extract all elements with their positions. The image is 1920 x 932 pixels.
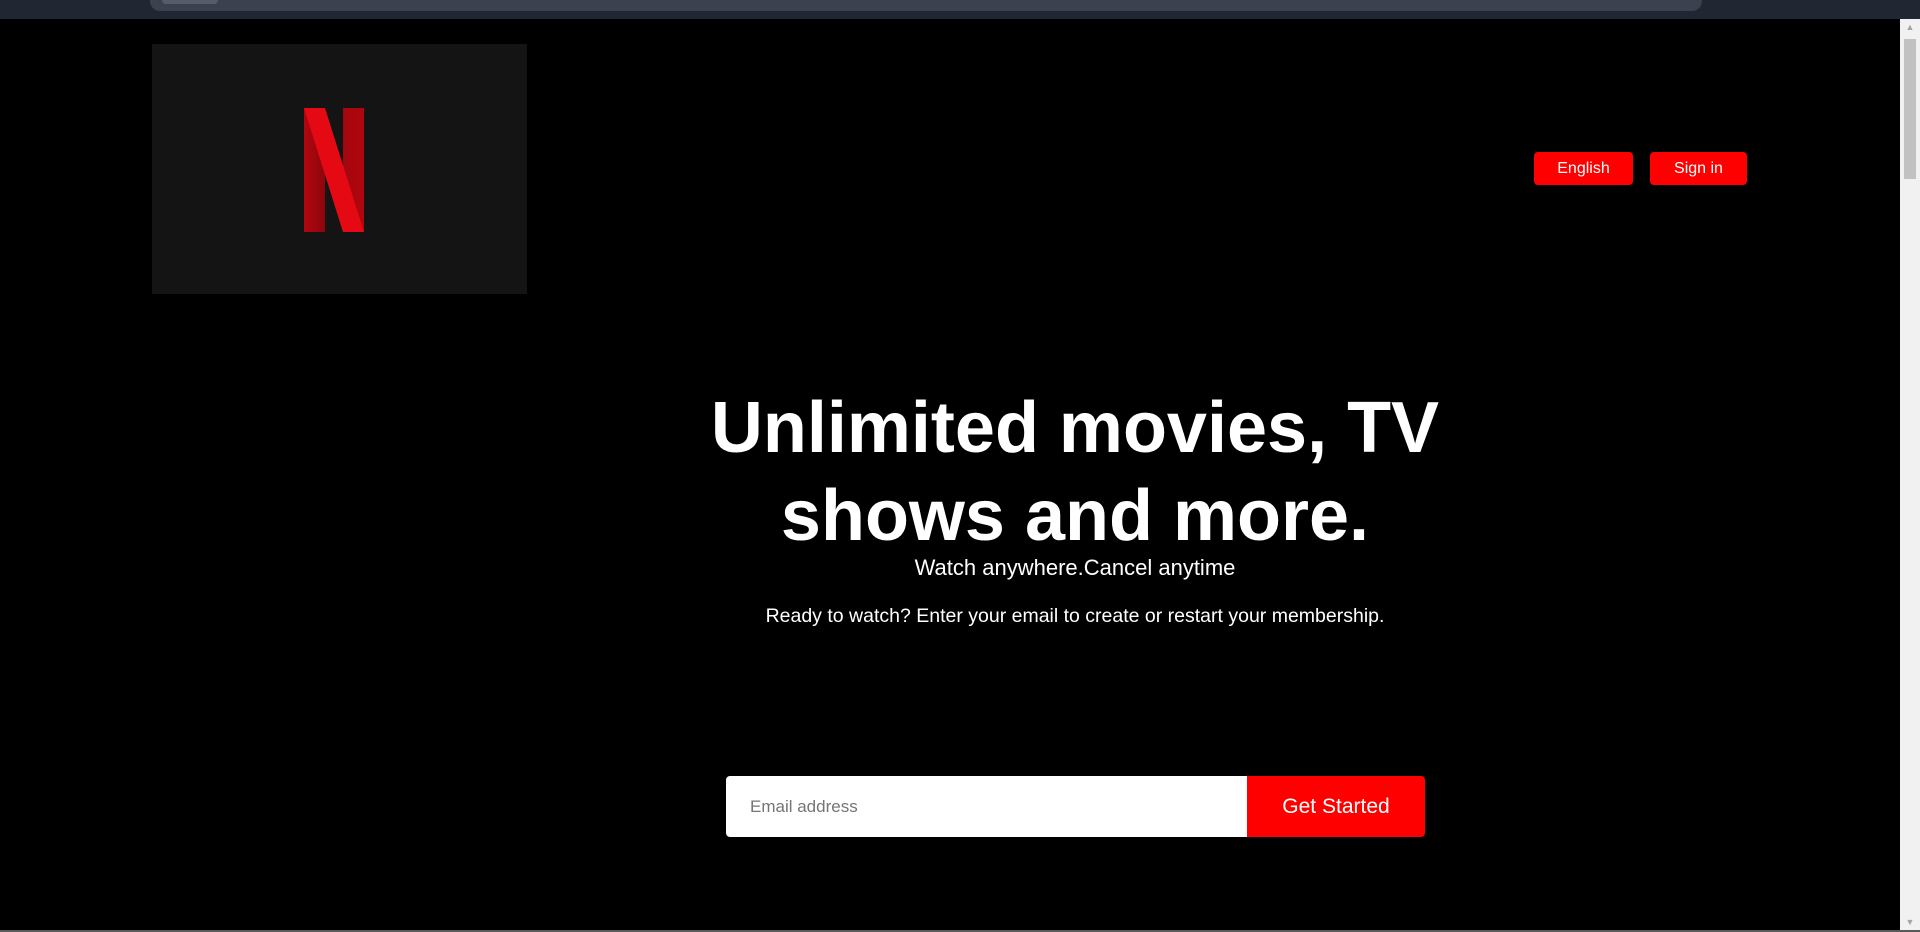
scroll-up-arrow-icon[interactable]: ▲ (1900, 19, 1920, 35)
scroll-down-arrow-icon[interactable]: ▼ (1900, 914, 1920, 930)
hero-section: Unlimited movies, TV shows and more. Wat… (700, 384, 1450, 628)
sign-in-button[interactable]: Sign in (1650, 152, 1747, 185)
language-button[interactable]: English (1534, 152, 1633, 185)
hero-title: Unlimited movies, TV shows and more. (710, 388, 1440, 556)
browser-address-bar[interactable] (150, 0, 1702, 11)
vertical-scrollbar[interactable]: ▲ ▼ (1900, 19, 1920, 930)
email-input[interactable] (726, 776, 1247, 837)
get-started-button[interactable]: Get Started (1247, 776, 1425, 837)
browser-tab[interactable] (162, 0, 218, 4)
netflix-logo-icon (304, 108, 364, 232)
logo-panel (152, 44, 527, 294)
page-viewport: English Sign in Unlimited movies, TV sho… (0, 19, 1900, 930)
scrollbar-thumb[interactable] (1904, 39, 1916, 179)
email-signup-form: Get Started (726, 776, 1425, 837)
browser-chrome-strip (0, 0, 1920, 19)
membership-prompt: Ready to watch? Enter your email to crea… (765, 605, 1385, 627)
